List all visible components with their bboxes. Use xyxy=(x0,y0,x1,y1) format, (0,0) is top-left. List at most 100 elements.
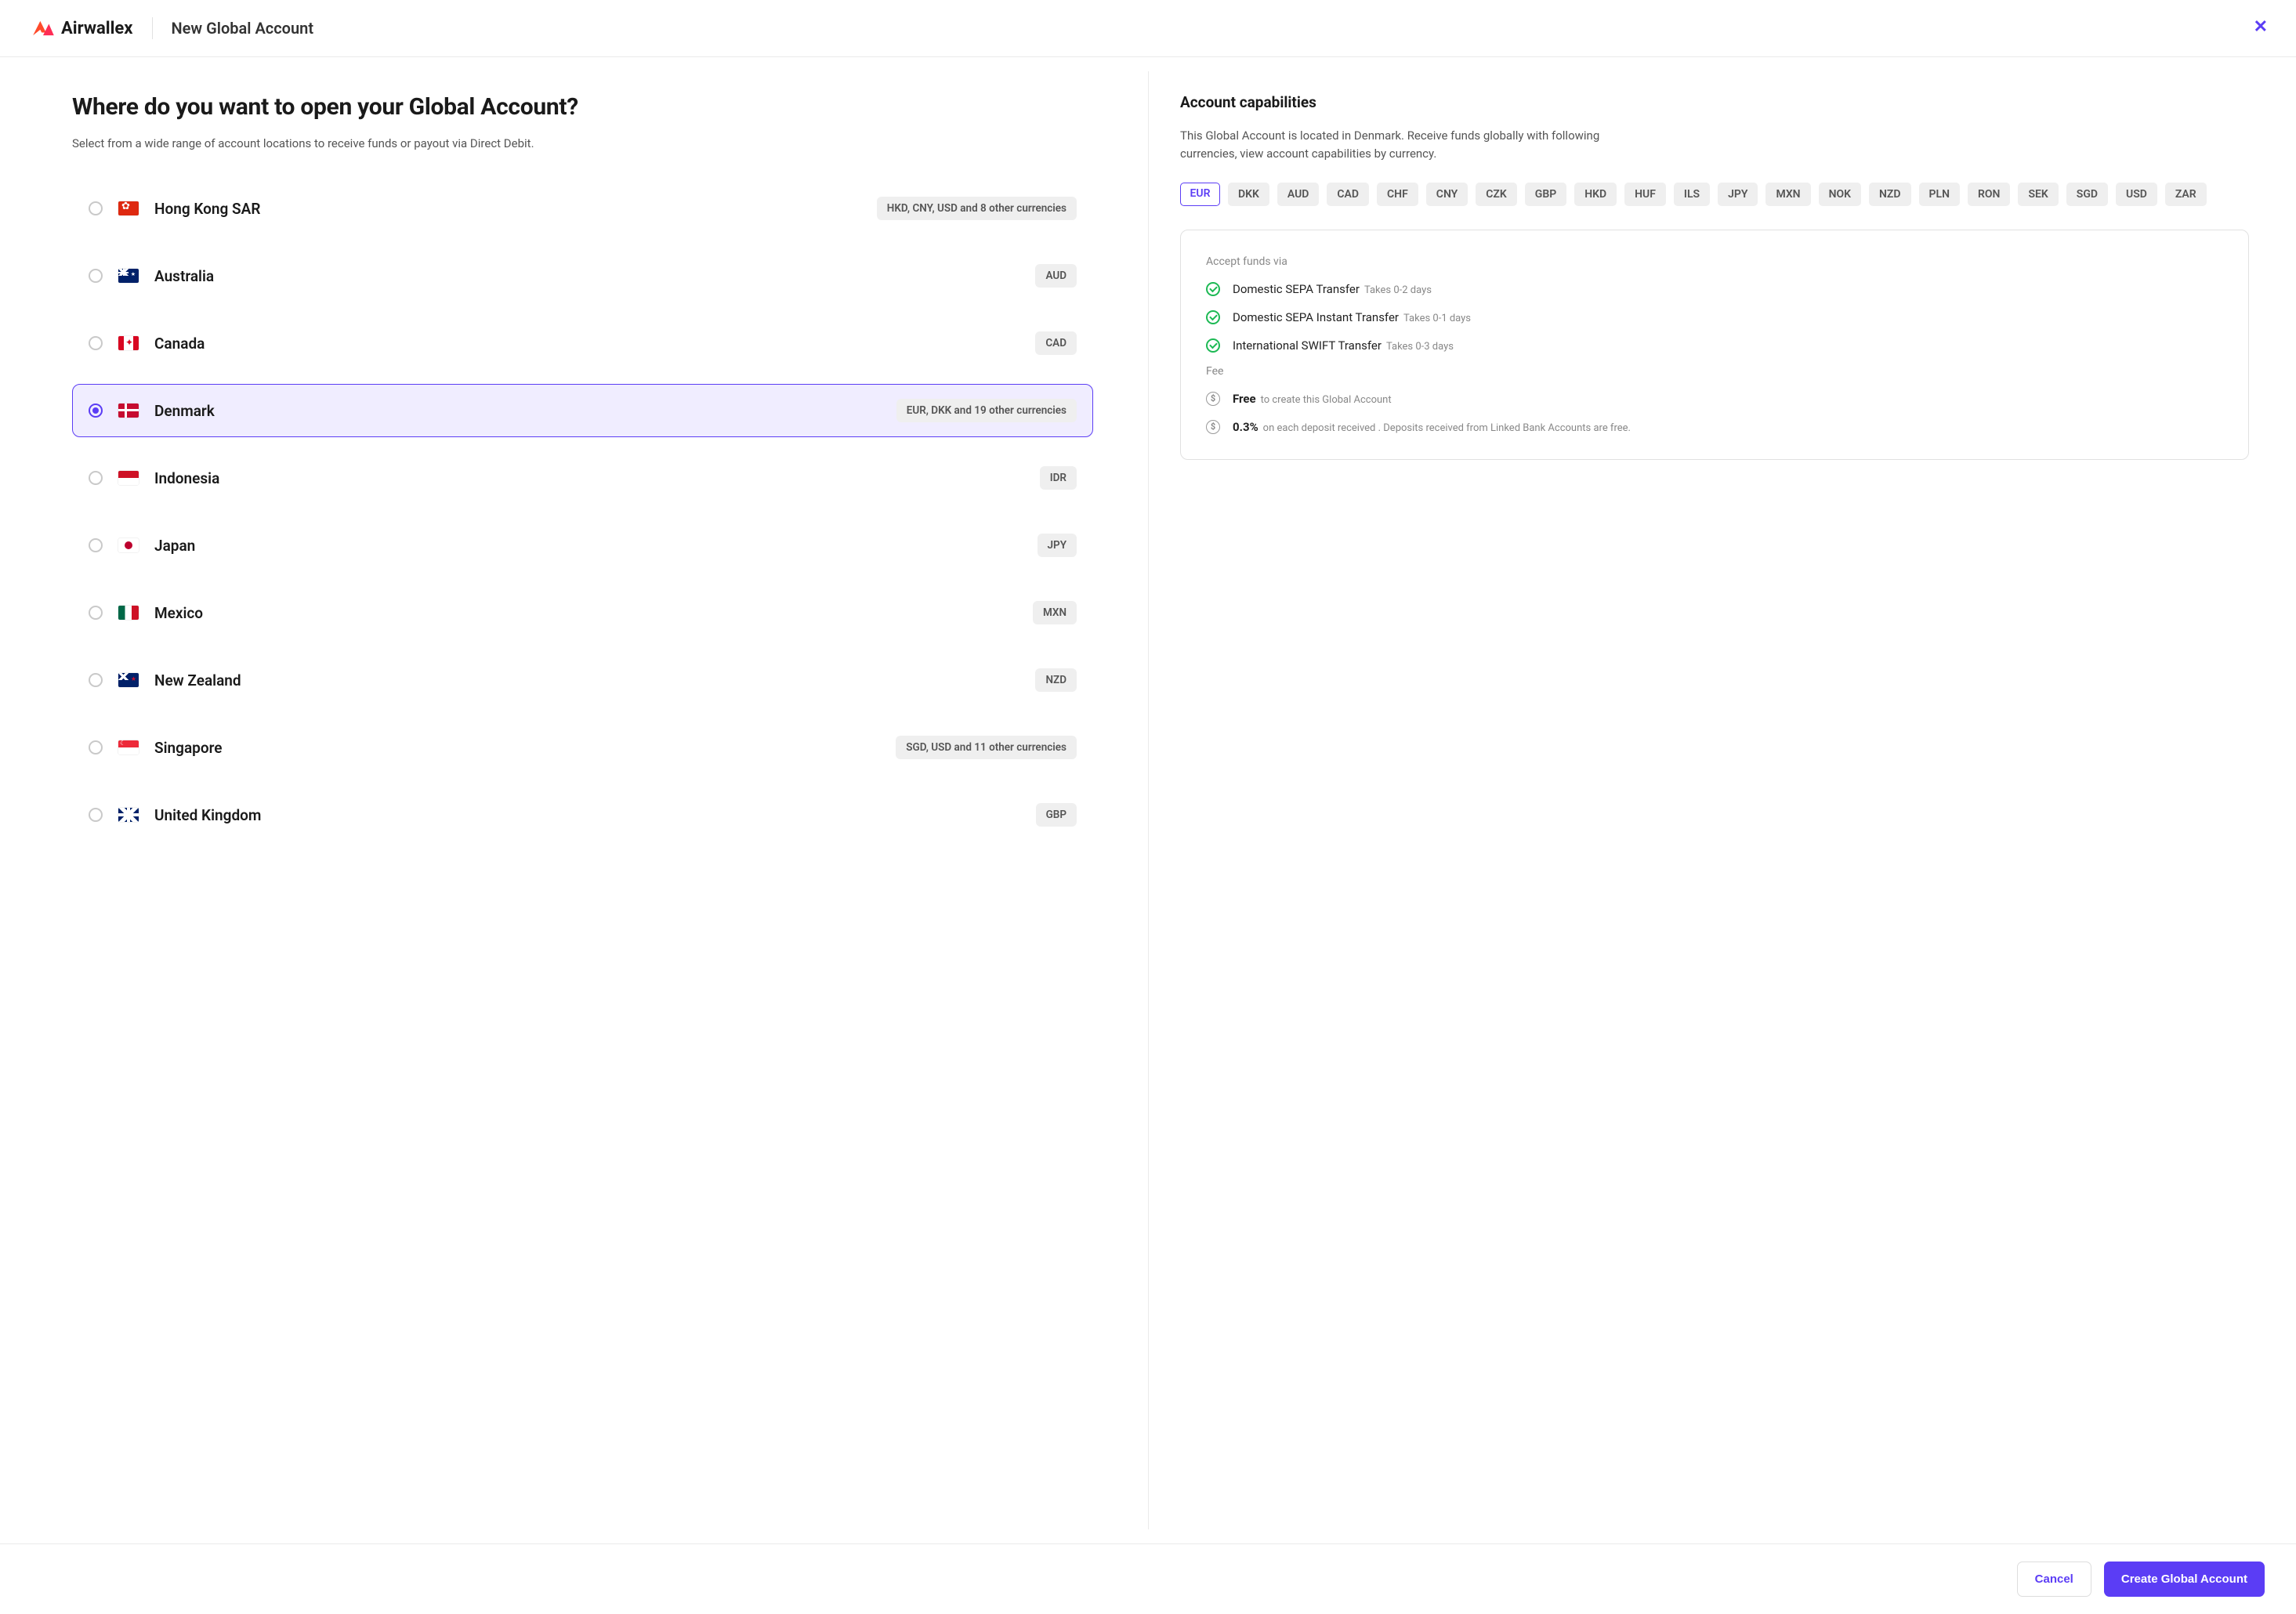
currency-badge: GBP xyxy=(1036,803,1077,827)
accept-method-row: Domestic SEPA TransferTakes 0-2 days xyxy=(1206,282,2223,296)
fee-row: $ Freeto create this Global Account xyxy=(1206,392,2223,406)
fee-text: Freeto create this Global Account xyxy=(1233,392,1392,406)
currency-chip-jpy[interactable]: JPY xyxy=(1718,183,1758,206)
brand-name: Airwallex xyxy=(61,19,133,38)
country-name: New Zealand xyxy=(154,671,1019,689)
header: Airwallex New Global Account ✕ xyxy=(0,0,2296,57)
currency-chip-hkd[interactable]: HKD xyxy=(1574,183,1617,206)
currency-chip-pln[interactable]: PLN xyxy=(1919,183,1960,206)
country-name: Mexico xyxy=(154,604,1017,622)
country-option-sg[interactable]: SingaporeSGD, USD and 11 other currencie… xyxy=(72,721,1093,774)
country-name: Hong Kong SAR xyxy=(154,200,861,218)
create-account-button[interactable]: Create Global Account xyxy=(2104,1562,2265,1597)
currency-chip-huf[interactable]: HUF xyxy=(1624,183,1666,206)
fee-list: $ Freeto create this Global Account$0.3%o… xyxy=(1206,392,2223,434)
currency-chip-aud[interactable]: AUD xyxy=(1277,183,1320,206)
country-option-au[interactable]: AustraliaAUD xyxy=(72,249,1093,302)
header-divider xyxy=(152,17,153,39)
currency-chip-cad[interactable]: CAD xyxy=(1327,183,1369,206)
currency-badge: MXN xyxy=(1033,601,1077,624)
currency-badge: CAD xyxy=(1035,331,1077,355)
check-circle-icon xyxy=(1206,338,1220,353)
accept-method-timing: Takes 0-1 days xyxy=(1403,313,1471,324)
currency-chip-cny[interactable]: CNY xyxy=(1426,183,1468,206)
currency-badge: JPY xyxy=(1038,534,1077,557)
currency-chip-dkk[interactable]: DKK xyxy=(1228,183,1269,206)
currency-chip-czk[interactable]: CZK xyxy=(1476,183,1517,206)
airwallex-logo-icon xyxy=(31,20,55,37)
currency-chip-group: EUR DKK AUD CAD CHF CNY CZK GBP HKD HUF ILS JPY MXN N… xyxy=(1180,183,2249,206)
country-list: Hong Kong SARHKD, CNY, USD and 8 other c… xyxy=(72,182,1093,841)
flag-icon-sg xyxy=(118,740,139,755)
flag-icon-hk xyxy=(118,201,139,215)
country-name: Canada xyxy=(154,335,1019,353)
accept-methods-list: Domestic SEPA TransferTakes 0-2 daysDome… xyxy=(1206,282,2223,353)
capabilities-description: This Global Account is located in Denmar… xyxy=(1180,127,1619,164)
page-title: Where do you want to open your Global Ac… xyxy=(72,93,1093,121)
check-circle-icon xyxy=(1206,282,1220,296)
dollar-circle-icon: $ xyxy=(1206,392,1220,406)
country-name: Indonesia xyxy=(154,469,1024,487)
currency-chip-sgd[interactable]: SGD xyxy=(2066,183,2108,206)
currency-chip-zar[interactable]: ZAR xyxy=(2165,183,2207,206)
radio-icon xyxy=(89,740,103,755)
radio-icon xyxy=(89,673,103,687)
flag-icon-ca xyxy=(118,336,139,350)
radio-icon xyxy=(89,201,103,215)
radio-icon xyxy=(89,538,103,552)
currency-chip-mxn[interactable]: MXN xyxy=(1765,183,1810,206)
accept-funds-label: Accept funds via xyxy=(1206,255,2223,268)
accept-method-text: Domestic SEPA TransferTakes 0-2 days xyxy=(1233,282,1432,296)
currency-chip-nok[interactable]: NOK xyxy=(1819,183,1861,206)
country-name: Japan xyxy=(154,537,1022,555)
country-name: United Kingdom xyxy=(154,806,1020,824)
currency-chip-usd[interactable]: USD xyxy=(2116,183,2157,206)
location-selector-pane: Where do you want to open your Global Ac… xyxy=(0,57,1148,1543)
accept-method-text: International SWIFT TransferTakes 0-3 da… xyxy=(1233,338,1454,353)
currency-badge: AUD xyxy=(1035,264,1077,288)
country-option-gb[interactable]: United Kingdom GBP xyxy=(72,788,1093,841)
cancel-button[interactable]: Cancel xyxy=(2017,1562,2091,1597)
currency-chip-ils[interactable]: ILS xyxy=(1674,183,1710,206)
check-circle-icon xyxy=(1206,310,1220,324)
country-option-hk[interactable]: Hong Kong SARHKD, CNY, USD and 8 other c… xyxy=(72,182,1093,235)
currency-badge: EUR, DKK and 19 other currencies xyxy=(896,399,1077,422)
currency-badge: SGD, USD and 11 other currencies xyxy=(896,736,1077,759)
fee-subtext: to create this Global Account xyxy=(1261,394,1392,406)
flag-icon-au xyxy=(118,269,139,283)
currency-chip-ron[interactable]: RON xyxy=(1968,183,2010,206)
capabilities-pane: Account capabilities This Global Account… xyxy=(1149,57,2296,1543)
brand-logo: Airwallex xyxy=(31,19,133,38)
currency-chip-chf[interactable]: CHF xyxy=(1377,183,1418,206)
close-button[interactable]: ✕ xyxy=(2254,19,2268,36)
radio-icon xyxy=(89,336,103,350)
currency-chip-eur[interactable]: EUR xyxy=(1180,183,1220,206)
currency-chip-nzd[interactable]: NZD xyxy=(1869,183,1911,206)
radio-icon xyxy=(89,606,103,620)
currency-chip-sek[interactable]: SEK xyxy=(2018,183,2058,206)
accept-method-row: International SWIFT TransferTakes 0-3 da… xyxy=(1206,338,2223,353)
radio-icon xyxy=(89,404,103,418)
accept-method-timing: Takes 0-3 days xyxy=(1386,341,1454,353)
country-name: Denmark xyxy=(154,402,881,420)
fee-label: Fee xyxy=(1206,365,2223,378)
radio-icon xyxy=(89,269,103,283)
page-breadcrumb: New Global Account xyxy=(172,19,314,38)
page-subtitle: Select from a wide range of account loca… xyxy=(72,136,1093,150)
country-option-id[interactable]: IndonesiaIDR xyxy=(72,451,1093,505)
country-option-dk[interactable]: Denmark EUR, DKK and 19 other currencies xyxy=(72,384,1093,437)
flag-icon-mx xyxy=(118,606,139,620)
radio-icon xyxy=(89,471,103,485)
currency-chip-gbp[interactable]: GBP xyxy=(1525,183,1566,206)
flag-icon-gb xyxy=(118,808,139,822)
fee-subtext: on each deposit received . Deposits rece… xyxy=(1263,422,1631,434)
country-option-nz[interactable]: New Zealand NZD xyxy=(72,653,1093,707)
fee-text: 0.3%on each deposit received . Deposits … xyxy=(1233,420,1631,434)
flag-icon-jp xyxy=(118,538,139,552)
currency-badge: NZD xyxy=(1035,668,1077,692)
country-option-jp[interactable]: Japan JPY xyxy=(72,519,1093,572)
flag-icon-dk xyxy=(118,404,139,418)
country-option-mx[interactable]: Mexico MXN xyxy=(72,586,1093,639)
country-option-ca[interactable]: Canada CAD xyxy=(72,317,1093,370)
main-content: Where do you want to open your Global Ac… xyxy=(0,57,2296,1544)
